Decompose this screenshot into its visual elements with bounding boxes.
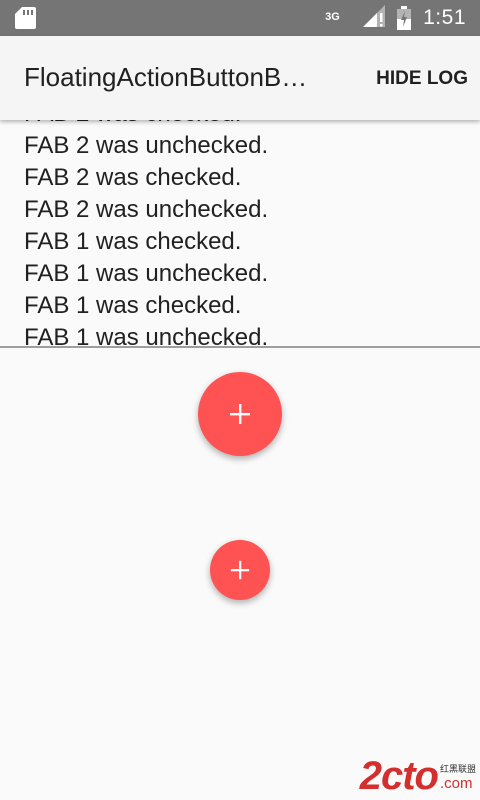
fab-1-button[interactable] (198, 372, 282, 456)
log-lines: FAB 2 was checked. FAB 2 was unchecked. … (24, 120, 268, 346)
app-bar: FloatingActionButtonB… HIDE LOG (0, 36, 480, 120)
watermark-logo: 2cto 红黑联盟 .com (360, 756, 476, 796)
watermark-brand: 2cto (359, 754, 439, 798)
log-line: FAB 2 was unchecked. (24, 196, 269, 223)
log-line: FAB 1 was unchecked. (24, 260, 269, 287)
log-line: FAB 1 was checked. (24, 228, 242, 255)
log-line: FAB 2 was checked. (24, 120, 268, 130)
status-icons: 3G 1:51 (325, 0, 466, 36)
status-bar: 3G 1:51 (0, 0, 480, 36)
signal-icon (363, 5, 386, 27)
plus-icon (230, 560, 250, 580)
clock: 1:51 (423, 6, 466, 29)
log-line: FAB 2 was unchecked. (24, 132, 269, 159)
log-line: FAB 2 was checked. (24, 164, 242, 191)
fab-2-button[interactable] (210, 540, 270, 600)
sd-card-icon (15, 7, 36, 29)
plus-icon (230, 404, 250, 424)
battery-icon (397, 6, 412, 30)
hide-log-button[interactable]: HIDE LOG (376, 68, 468, 90)
log-line: FAB 1 was checked. (24, 292, 242, 319)
app-title: FloatingActionButtonB… (24, 62, 308, 92)
log-line: FAB 1 was unchecked. (24, 324, 269, 346)
watermark-domain: .com (439, 775, 473, 792)
log-divider (0, 346, 480, 348)
log-view[interactable]: FAB 2 was checked. FAB 2 was unchecked. … (0, 120, 480, 346)
network-type-label: 3G (325, 11, 340, 23)
